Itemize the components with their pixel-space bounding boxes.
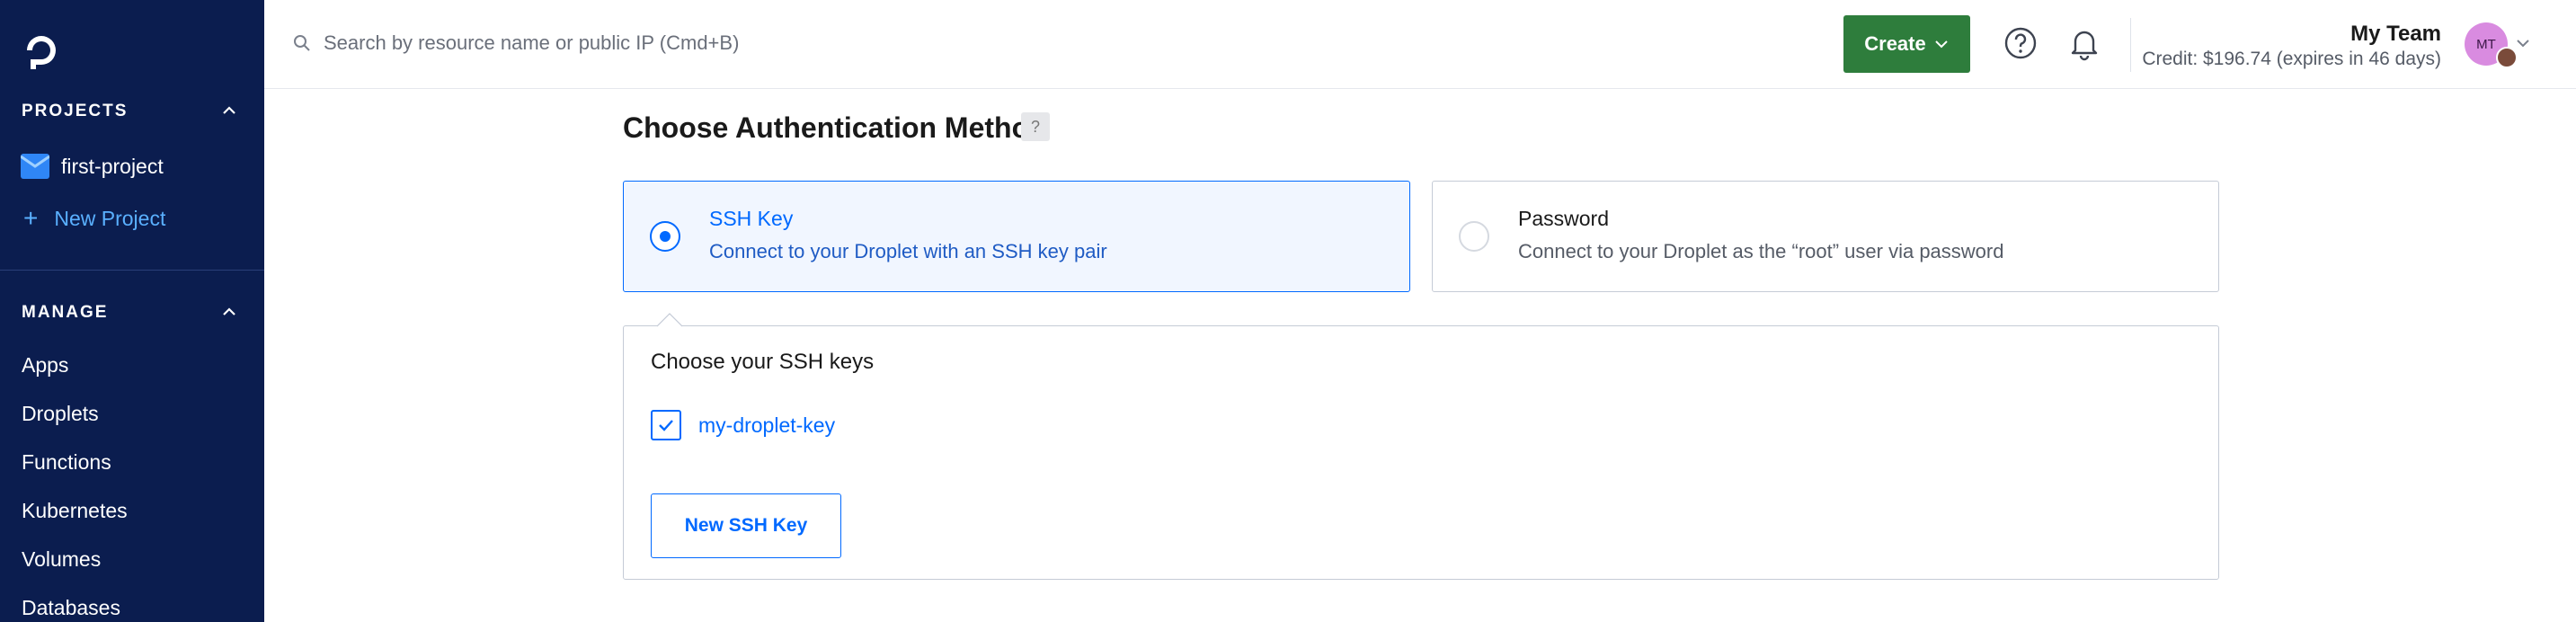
- panel-pointer: [657, 313, 682, 327]
- password-radio[interactable]: [1459, 221, 1489, 252]
- ssh-key-radio[interactable]: [650, 221, 680, 252]
- sidebar-item-databases[interactable]: Databases: [22, 596, 120, 620]
- chevron-up-icon[interactable]: [219, 302, 239, 322]
- projects-heading: PROJECTS: [22, 102, 129, 120]
- create-button[interactable]: Create: [1843, 15, 1970, 73]
- sidebar-divider: [0, 270, 264, 271]
- chevron-up-icon[interactable]: [219, 101, 239, 120]
- auth-method-title: Choose Authentication Method: [623, 111, 1047, 144]
- top-divider: [2130, 18, 2131, 72]
- ssh-keys-title: Choose your SSH keys: [651, 350, 875, 374]
- chevron-down-icon: [1935, 40, 1948, 49]
- help-icon[interactable]: [2003, 26, 2038, 60]
- team-name[interactable]: My Team: [2350, 22, 2441, 47]
- credit-text: Credit: $196.74 (expires in 46 days): [2142, 49, 2441, 69]
- ssh-key-option-card[interactable]: SSH Key Connect to your Droplet with an …: [623, 181, 1410, 292]
- chevron-down-icon[interactable]: [2514, 34, 2532, 52]
- bell-icon[interactable]: [2067, 25, 2101, 61]
- ssh-key-option-title: SSH Key: [709, 207, 794, 230]
- help-badge[interactable]: ?: [1021, 112, 1050, 141]
- plus-icon: +: [23, 204, 39, 232]
- manage-heading: MANAGE: [22, 303, 109, 322]
- checkmark-icon: [659, 420, 673, 431]
- search-icon: [294, 35, 310, 51]
- sidebar-item-apps[interactable]: Apps: [22, 353, 68, 378]
- new-project-label: New Project: [54, 206, 166, 230]
- sidebar-item-droplets[interactable]: Droplets: [22, 402, 99, 426]
- create-label: Create: [1864, 32, 1926, 55]
- password-option-description: Connect to your Droplet as the “root” us…: [1518, 240, 2004, 262]
- project-icon: [21, 154, 49, 179]
- password-option-card[interactable]: Password Connect to your Droplet as the …: [1432, 181, 2219, 292]
- search-input[interactable]: [324, 25, 953, 61]
- sidebar-item-volumes[interactable]: Volumes: [22, 547, 101, 572]
- sidebar: PROJECTS first-project + New Project MAN…: [0, 0, 264, 622]
- ssh-keys-panel: Choose your SSH keys my-droplet-key New …: [623, 325, 2219, 580]
- ssh-key-label[interactable]: my-droplet-key: [698, 413, 835, 438]
- new-project-link[interactable]: + New Project: [23, 204, 165, 233]
- sidebar-item-kubernetes[interactable]: Kubernetes: [22, 499, 128, 523]
- new-ssh-key-button[interactable]: New SSH Key: [651, 493, 841, 558]
- sidebar-item-functions[interactable]: Functions: [22, 450, 111, 475]
- password-option-title: Password: [1518, 207, 1609, 230]
- ssh-key-checkbox[interactable]: [651, 410, 681, 440]
- digitalocean-logo-icon[interactable]: [20, 29, 63, 72]
- ssh-key-option-description: Connect to your Droplet with an SSH key …: [709, 240, 1107, 262]
- sidebar-item-first-project[interactable]: first-project: [61, 155, 164, 179]
